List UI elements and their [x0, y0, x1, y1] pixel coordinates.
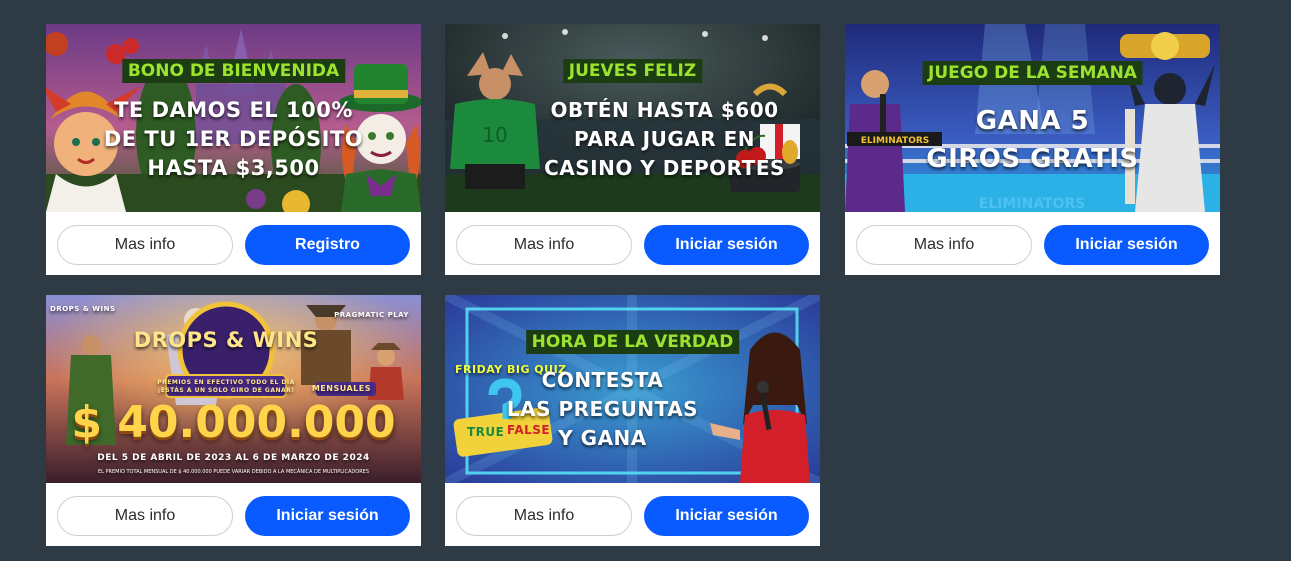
promo-tag: JUEVES FELIZ: [562, 59, 703, 83]
prize-amount: $ 40.000.000: [71, 397, 396, 448]
promo-tag: HORA DE LA VERDAD: [525, 330, 740, 354]
promo-line: DE TU 1ER DEPÓSITO: [103, 127, 364, 151]
promo-tag: JUEGO DE LA SEMANA: [922, 61, 1143, 85]
card-actions: Mas info Iniciar sesión: [445, 483, 820, 546]
promo-tag: BONO DE BIENVENIDA: [121, 59, 346, 83]
more-info-button[interactable]: Mas info: [57, 496, 233, 536]
promo-card-game-of-week: ELIMINATORS ELIMINATORS JUEGO DE LA SEMA…: [845, 24, 1220, 275]
promo-card-happy-thursday: 10 JUEVES FELIZ OBTÉN HASTA $600 PARA JU…: [445, 24, 820, 275]
game-of-week-banner[interactable]: ELIMINATORS ELIMINATORS JUEGO DE LA SEMA…: [845, 24, 1220, 212]
more-info-button[interactable]: Mas info: [57, 225, 233, 265]
register-button[interactable]: Registro: [245, 225, 410, 265]
promo-card-drops-wins: DROPS & WINS DROPS & WINS PRAGMATIC PLAY…: [46, 295, 421, 546]
promo-disclaimer: EL PREMIO TOTAL MENSUAL DE $ 40.000.000 …: [97, 469, 370, 475]
drops-wins-banner[interactable]: DROPS & WINS DROPS & WINS PRAGMATIC PLAY…: [46, 295, 421, 483]
card-actions: Mas info Iniciar sesión: [845, 212, 1220, 275]
more-info-button[interactable]: Mas info: [456, 225, 632, 265]
promo-line: GANA 5: [975, 106, 1090, 136]
floor-logo: ELIMINATORS: [979, 196, 1086, 212]
mensuales-label: MENSUALES: [311, 384, 371, 393]
more-info-button[interactable]: Mas info: [456, 496, 632, 536]
promo-line: CASINO Y DEPORTES: [544, 156, 785, 180]
promo-line: Y GANA: [558, 426, 647, 450]
more-info-button[interactable]: Mas info: [856, 225, 1032, 265]
pragmatic-play-logo: PRAGMATIC PLAY: [334, 311, 409, 319]
promo-line: OBTÉN HASTA $600: [550, 98, 779, 122]
corner-logo: DROPS & WINS: [50, 305, 116, 313]
card-actions: Mas info Iniciar sesión: [46, 483, 421, 546]
promo-card-welcome-bonus: BONO DE BIENVENIDA TE DAMOS EL 100% DE T…: [46, 24, 421, 275]
promo-line: CONTESTA: [541, 368, 664, 392]
promo-card-moment-of-truth: HORA DE LA VERDAD FRIDAY BIG QUIZ TRUE F…: [445, 295, 820, 546]
promo-line: LAS PREGUNTAS: [506, 397, 699, 421]
card-actions: Mas info Iniciar sesión: [445, 212, 820, 275]
drops-wins-logo: DROPS & WINS: [133, 328, 319, 352]
login-button[interactable]: Iniciar sesión: [644, 225, 809, 265]
login-button[interactable]: Iniciar sesión: [245, 496, 410, 536]
promo-line: GIROS GRATIS: [926, 144, 1139, 174]
promo-line: PARA JUGAR EN: [574, 127, 755, 151]
promo-dates: DEL 5 DE ABRIL DE 2023 AL 6 DE MARZO DE …: [97, 453, 370, 463]
promo-line: HASTA $3,500: [147, 156, 320, 180]
login-button[interactable]: Iniciar sesión: [1044, 225, 1209, 265]
moment-of-truth-banner[interactable]: HORA DE LA VERDAD FRIDAY BIG QUIZ TRUE F…: [445, 295, 820, 483]
card-actions: Mas info Registro: [46, 212, 421, 275]
login-button[interactable]: Iniciar sesión: [644, 496, 809, 536]
happy-thursday-banner[interactable]: 10 JUEVES FELIZ OBTÉN HASTA $600 PARA JU…: [445, 24, 820, 212]
welcome-bonus-banner[interactable]: BONO DE BIENVENIDA TE DAMOS EL 100% DE T…: [46, 24, 421, 212]
promo-line: TE DAMOS EL 100%: [114, 98, 353, 122]
